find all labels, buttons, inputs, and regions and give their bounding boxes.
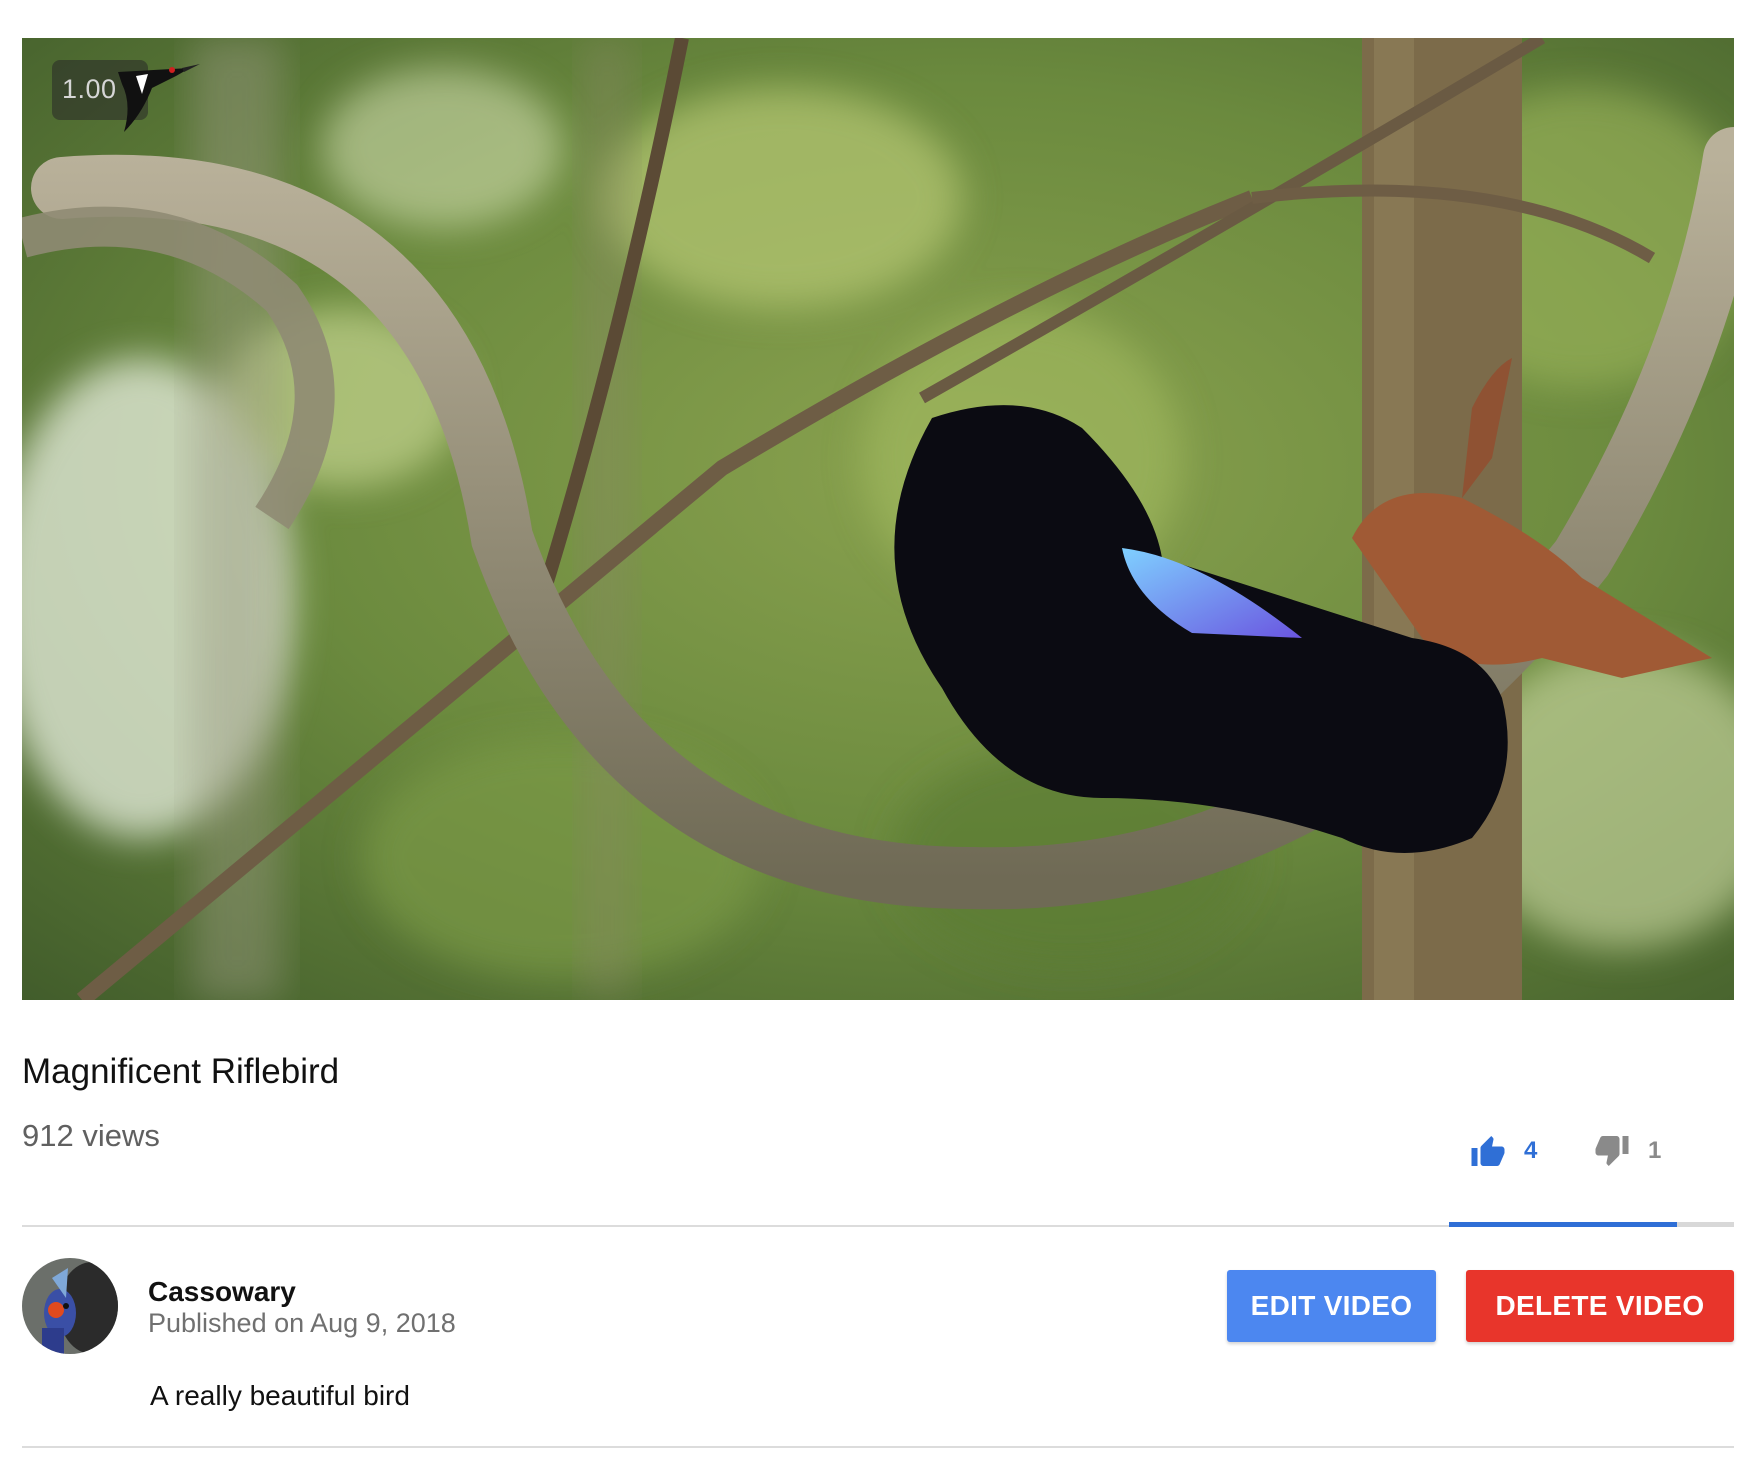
view-count: 912 views xyxy=(22,1118,160,1153)
channel-name[interactable]: Cassowary xyxy=(148,1276,296,1308)
video-description: A really beautiful bird xyxy=(150,1380,410,1411)
dislike-count: 1 xyxy=(1648,1137,1662,1164)
sentiment-bar xyxy=(1449,1222,1734,1227)
delete-video-button[interactable]: DELETE VIDEO xyxy=(1466,1270,1734,1342)
cassowary-avatar-image xyxy=(22,1258,118,1354)
playback-speed-badge[interactable]: 1.00 xyxy=(52,60,200,132)
publish-date: Published on Aug 9, 2018 xyxy=(148,1308,456,1338)
video-page: 1.00 Magnificent Riflebird 912 views 4 1 xyxy=(0,0,1756,1468)
sentiment-bar-fill xyxy=(1449,1222,1677,1227)
divider xyxy=(22,1446,1734,1448)
video-player[interactable]: 1.00 xyxy=(22,38,1734,1000)
playback-speed: 1.00 xyxy=(62,74,117,104)
video-frame xyxy=(22,38,1734,1000)
video-title: Magnificent Riflebird xyxy=(22,1052,340,1091)
edit-video-button[interactable]: EDIT VIDEO xyxy=(1227,1270,1436,1342)
like-count: 4 xyxy=(1524,1137,1538,1164)
thumb-down-icon xyxy=(1595,1136,1629,1166)
thumb-up-icon xyxy=(1471,1136,1505,1166)
like-button[interactable]: 4 xyxy=(1470,1134,1537,1168)
avatar[interactable] xyxy=(22,1258,118,1354)
bird-logo-icon xyxy=(118,64,200,132)
dislike-button[interactable]: 1 xyxy=(1594,1134,1661,1168)
